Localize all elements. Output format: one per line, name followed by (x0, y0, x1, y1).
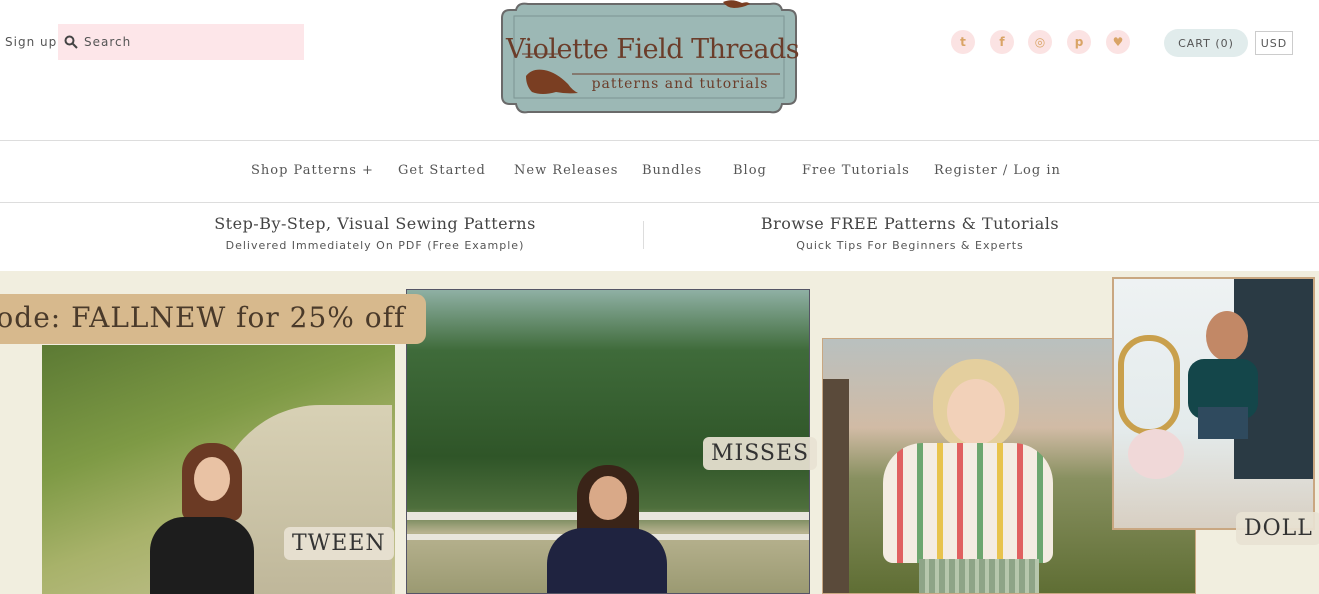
value-prop-subtitle: Quick Tips For Beginners & Experts (796, 239, 1024, 252)
divider (643, 221, 644, 249)
nav-shop-patterns[interactable]: Shop Patterns + (251, 163, 374, 178)
doll-photo[interactable] (1112, 277, 1315, 530)
search-bar[interactable] (58, 24, 304, 60)
cart-button[interactable]: CART (0) (1164, 29, 1248, 57)
pinterest-icon[interactable]: p (1067, 30, 1091, 54)
logo-title: Violette Field Threads (506, 34, 800, 65)
nav-bundles[interactable]: Bundles (642, 163, 702, 178)
tween-label[interactable]: TWEEN (284, 527, 394, 560)
search-input[interactable] (78, 34, 286, 50)
value-prop-title[interactable]: Browse FREE Patterns & Tutorials (710, 214, 1110, 233)
nav-free-tutorials[interactable]: Free Tutorials (802, 163, 910, 178)
promo-code-text: Code: FALLNEW for 25% off (0, 301, 406, 334)
instagram-icon[interactable]: ◎ (1028, 30, 1052, 54)
nav-register-login[interactable]: Register / Log in (934, 163, 1061, 178)
value-prop-subtitle: Delivered Immediately On PDF (Free Examp… (225, 239, 525, 252)
value-prop-title[interactable]: Step-By-Step, Visual Sewing Patterns (175, 214, 575, 233)
nav-get-started[interactable]: Get Started (398, 163, 486, 178)
hero-banner: Code: FALLNEW for 25% off TWEEN MISSES D… (0, 271, 1319, 594)
promo-banner[interactable]: Code: FALLNEW for 25% off (0, 294, 426, 344)
misses-label[interactable]: MISSES (703, 437, 818, 470)
nav-blog[interactable]: Blog (733, 163, 767, 178)
doll-label[interactable]: DOLL (1236, 512, 1319, 545)
currency-selector[interactable]: USD (1255, 31, 1293, 55)
heart-icon[interactable]: ♥ (1106, 30, 1130, 54)
site-logo[interactable]: Violette Field Threads patterns and tuto… (498, 0, 800, 118)
nav-new-releases[interactable]: New Releases (514, 163, 618, 178)
search-icon (64, 35, 78, 49)
twitter-icon[interactable]: t (951, 30, 975, 54)
facebook-icon[interactable]: f (990, 30, 1014, 54)
signup-link[interactable]: Sign up (5, 35, 57, 49)
logo-subtitle: patterns and tutorials (591, 76, 769, 92)
main-nav: Shop Patterns + Get Started New Releases… (0, 140, 1319, 203)
